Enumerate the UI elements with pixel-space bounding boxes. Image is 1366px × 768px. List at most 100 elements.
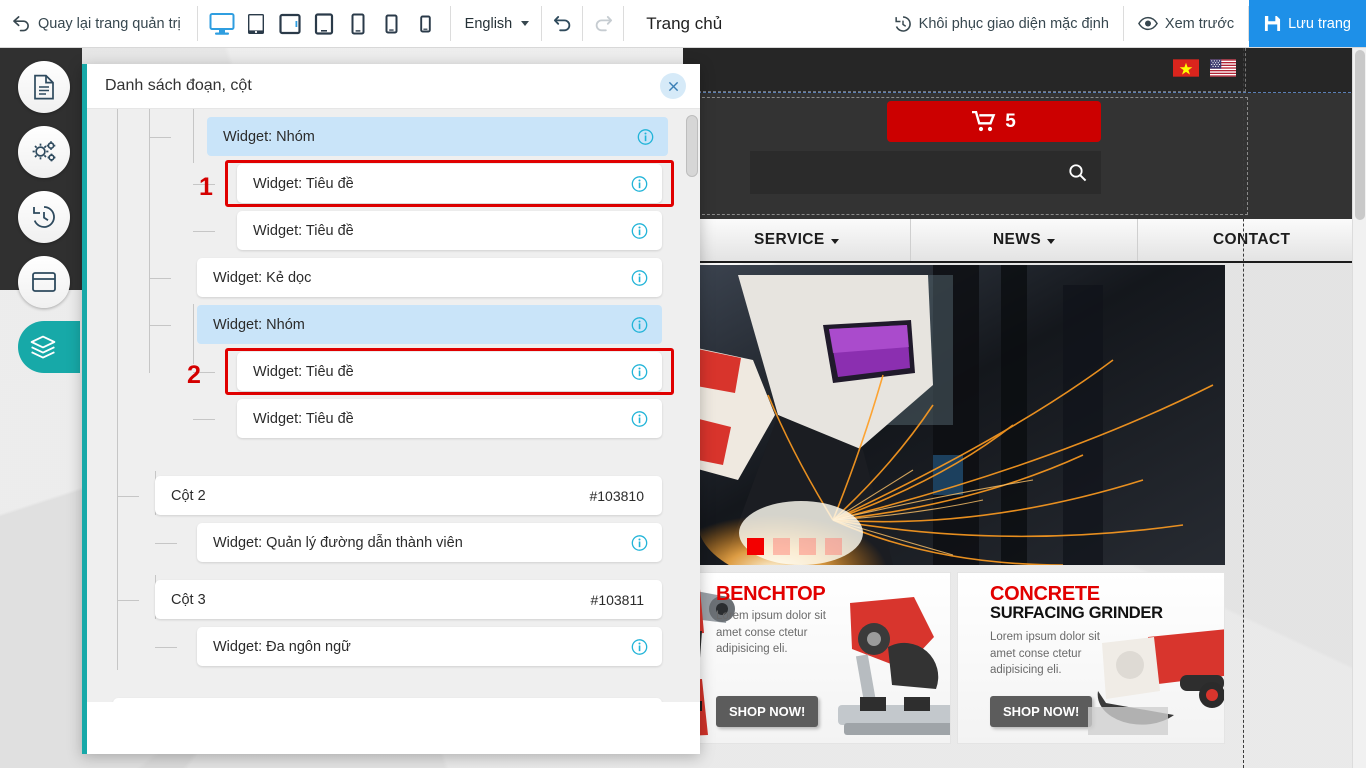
history-restore-icon [895, 15, 911, 32]
browser-scrollbar-thumb[interactable] [1355, 50, 1365, 220]
sidebar-item-settings[interactable] [18, 126, 70, 178]
info-icon[interactable] [631, 534, 648, 551]
info-icon[interactable] [631, 638, 648, 655]
sidebar-item-layout[interactable] [18, 256, 70, 308]
info-icon[interactable] [631, 222, 648, 239]
tree-connector [155, 543, 177, 544]
language-select[interactable]: English [451, 0, 542, 47]
chevron-down-icon [1047, 239, 1056, 244]
list-item-id: #103811 [590, 591, 644, 608]
redo-button[interactable] [583, 0, 623, 47]
shop-now-button[interactable]: SHOP NOW! [990, 696, 1093, 727]
modal-close-button[interactable] [660, 73, 686, 99]
preview-button[interactable]: Xem trước [1124, 0, 1248, 47]
info-icon[interactable] [631, 316, 648, 333]
undo-arrow-icon [13, 16, 29, 32]
restore-default-button[interactable]: Khôi phục giao diện mặc định [880, 0, 1123, 47]
red-chop-saw-photo [838, 597, 950, 735]
tree-connector [149, 278, 171, 279]
device-tablet-portrait-button[interactable] [310, 7, 338, 41]
sidebar-item-pages[interactable] [18, 61, 70, 113]
device-desktop-button[interactable] [208, 7, 236, 41]
list-item[interactable]: Widget: Tiêu đề [237, 211, 662, 250]
list-item[interactable]: Widget: Nhóm [207, 117, 668, 156]
device-phone-button[interactable] [378, 7, 406, 41]
undo-button[interactable] [542, 0, 582, 47]
list-item-label: Cột 2 [171, 487, 206, 504]
modal-scrollbar-thumb[interactable] [686, 115, 698, 177]
save-page-button[interactable]: Lưu trang [1249, 0, 1366, 47]
preview-label: Xem trước [1164, 15, 1235, 32]
hero-dot-3[interactable] [799, 538, 816, 555]
device-tablet-landscape-button[interactable] [242, 7, 270, 41]
nav-item-news[interactable]: NEWS [911, 219, 1139, 261]
list-item-id: #103810 [589, 487, 644, 504]
hero-dot-2[interactable] [773, 538, 790, 555]
sidebar-item-history[interactable] [18, 191, 70, 243]
device-phone-small-button[interactable] [412, 7, 440, 41]
preview-topbar-dashed-region [683, 48, 1246, 92]
list-item[interactable]: Widget: Tiêu đề [237, 399, 662, 438]
tree-row: Widget: Nhóm [87, 113, 686, 160]
info-icon[interactable] [631, 175, 648, 192]
tree-gap [87, 442, 686, 472]
tree-gap [87, 566, 686, 576]
info-icon[interactable] [637, 128, 654, 145]
usa-flag[interactable] [1210, 59, 1236, 77]
list-item[interactable]: Cột 3 #103811 [155, 580, 662, 619]
vietnam-flag[interactable] [1173, 59, 1199, 77]
nav-item-service[interactable]: SERVICE [683, 219, 911, 261]
floppy-disk-icon [1265, 15, 1281, 32]
tablet-landscape-icon [247, 13, 264, 34]
info-icon[interactable] [631, 269, 648, 286]
modal-scrollbar[interactable] [686, 115, 698, 696]
tree-connector [149, 137, 171, 138]
device-preview-group [198, 0, 450, 47]
list-item-label: Widget: Nhóm [223, 128, 315, 145]
shopping-cart-icon [972, 111, 996, 132]
site-preview-frame: 5 SERVICE NEWS CONTACT BENCHTOP Lorem ip… [683, 48, 1366, 768]
tree-row: 2 Widget: Tiêu đề [87, 348, 686, 395]
nav-item-contact[interactable]: CONTACT [1138, 219, 1366, 261]
tree-row: Widget: Đa ngôn ngữ [87, 623, 686, 670]
sidebar-rail [0, 48, 82, 373]
list-item[interactable]: Widget: Đa ngôn ngữ [197, 627, 662, 666]
promo-banner-benchtop[interactable]: BENCHTOP Lorem ipsum dolor sit amet cons… [683, 572, 951, 744]
browser-scrollbar[interactable] [1352, 48, 1366, 768]
promo-banner-concrete[interactable]: CONCRETE SURFACING GRINDER Lorem ipsum d… [957, 572, 1225, 744]
list-item-label: Cột 3 [171, 591, 206, 608]
list-item-label: Widget: Tiêu đề [253, 410, 354, 427]
info-icon[interactable] [631, 410, 648, 427]
tree-connector [193, 231, 215, 232]
modal-body: Widget: Nhóm 1 Widget: Tiêu đề Widget: T… [87, 108, 700, 702]
list-item[interactable]: Widget: Quản lý đường dẫn thành viên [197, 523, 662, 562]
preview-right-dashed-guide [1243, 48, 1244, 768]
device-tablet-button[interactable] [276, 7, 304, 41]
undo-icon [553, 15, 570, 31]
info-icon[interactable] [631, 363, 648, 380]
device-phone-large-button[interactable] [344, 7, 372, 41]
language-flags [1173, 59, 1236, 77]
layers-icon [30, 335, 56, 359]
tree-row: Cột 3 #103811 [87, 576, 686, 623]
hero-dot-4[interactable] [825, 538, 842, 555]
hero-carousel-dots [747, 538, 842, 555]
hero-dot-1[interactable] [747, 538, 764, 555]
back-to-admin-button[interactable]: Quay lại trang quản trị [0, 0, 197, 47]
sidebar-item-layers[interactable] [18, 321, 80, 373]
list-item[interactable]: Widget: Nhóm [197, 305, 662, 344]
list-item[interactable]: Widget: Tiêu đề [237, 164, 662, 203]
list-item-partial[interactable] [113, 698, 662, 702]
editor-toolbar: Quay lại trang quản trị English Trang ch… [0, 0, 1366, 48]
list-item[interactable]: Cột 2 #103810 [155, 476, 662, 515]
hero-slider[interactable] [683, 265, 1225, 565]
site-search-box[interactable] [750, 151, 1101, 194]
list-item-label: Widget: Tiêu đề [253, 222, 354, 239]
shop-now-button[interactable]: SHOP NOW! [716, 696, 819, 727]
list-item[interactable]: Widget: Tiêu đề [237, 352, 662, 391]
window-icon [32, 272, 56, 292]
site-navbar: SERVICE NEWS CONTACT [683, 219, 1366, 263]
cart-button[interactable]: 5 [887, 101, 1101, 142]
list-item[interactable]: Widget: Kẻ dọc [197, 258, 662, 297]
tree-connector [117, 496, 139, 497]
